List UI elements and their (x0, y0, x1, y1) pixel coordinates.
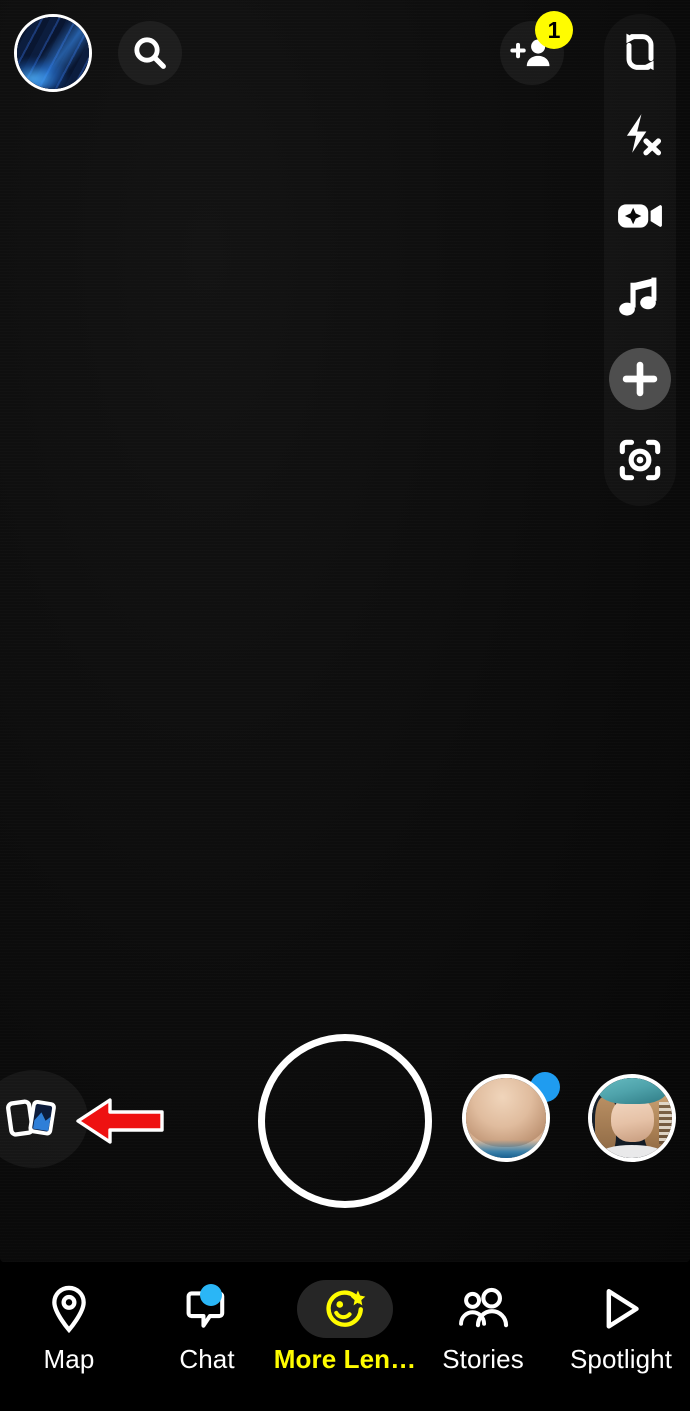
lens-thumbnail-2-image (592, 1078, 672, 1158)
nav-item-stories[interactable]: Stories (414, 1280, 552, 1375)
camera-tool-column (604, 14, 676, 506)
chat-unread-dot (200, 1284, 222, 1306)
scan-button[interactable] (606, 428, 674, 492)
plus-icon (622, 361, 658, 397)
flash-button[interactable] (606, 102, 674, 166)
lens-thumbnail-1-image (466, 1078, 546, 1158)
shutter-button[interactable] (258, 1034, 432, 1208)
nav-item-spotlight[interactable]: Spotlight (552, 1280, 690, 1375)
night-camera-icon (618, 204, 662, 228)
nav-label-stories: Stories (442, 1344, 524, 1374)
play-triangle-icon (606, 1289, 639, 1329)
annotation-arrow-left (72, 1092, 168, 1150)
search-button[interactable] (118, 21, 182, 85)
avatar-photo (17, 17, 89, 89)
bottom-navigation: Map Chat More Len… Stories Spotlight (0, 1262, 690, 1411)
lenses-icon-pill (297, 1280, 393, 1338)
scan-icon (619, 439, 661, 481)
flip-camera-button[interactable] (606, 20, 674, 84)
people-icon (459, 1287, 509, 1328)
flash-off-icon (626, 114, 662, 156)
chat-icon-wrap (184, 1280, 230, 1338)
lens2-hat (598, 1078, 668, 1104)
add-friend-badge: 1 (535, 11, 573, 49)
nav-label-map: Map (43, 1344, 95, 1374)
lens-smiley-star-icon (326, 1290, 366, 1327)
lens-thumbnail-1[interactable] (462, 1074, 550, 1162)
nav-label-lenses: More Len… (273, 1344, 417, 1374)
nav-item-map[interactable]: Map (0, 1280, 138, 1375)
profile-avatar[interactable] (14, 14, 92, 92)
stories-icon-wrap (456, 1280, 510, 1338)
spotlight-icon-wrap (598, 1280, 644, 1338)
night-mode-button[interactable] (606, 184, 674, 248)
search-icon (134, 37, 166, 69)
memories-cards-icon (6, 1099, 56, 1137)
nav-label-spotlight: Spotlight (569, 1344, 673, 1374)
add-tool-button[interactable] (609, 348, 671, 410)
add-friend-button[interactable]: 1 (500, 11, 573, 85)
music-button[interactable] (606, 266, 674, 330)
lens-thumbnail-2[interactable] (588, 1074, 676, 1162)
flip-camera-icon (626, 33, 654, 71)
nav-item-chat[interactable]: Chat (138, 1280, 276, 1375)
map-pin-icon (52, 1285, 86, 1334)
map-icon-wrap (47, 1280, 91, 1338)
nav-label-chat: Chat (179, 1344, 235, 1374)
snapchat-camera-screen: 1 Map Chat More Len… Stories Spotlight (0, 0, 690, 1411)
lens2-background-stripe (659, 1102, 672, 1144)
top-bar: 1 (0, 0, 690, 108)
music-note-icon (619, 277, 657, 316)
nav-item-lenses[interactable]: More Len… (273, 1280, 417, 1375)
